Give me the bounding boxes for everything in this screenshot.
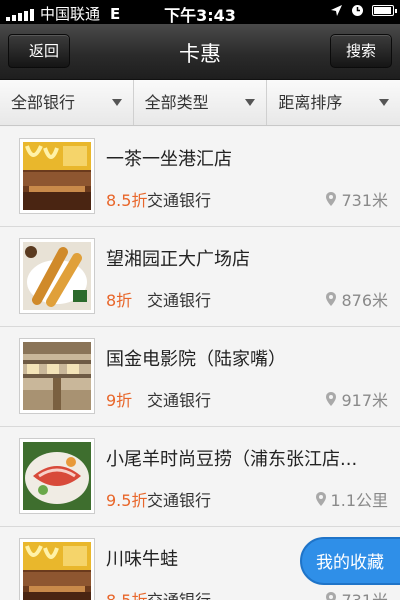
distance: 731米 [326,587,388,600]
merchant-thumbnail [19,338,95,414]
battery-icon [372,5,397,16]
filter-sort-dropdown[interactable]: 距离排序 [267,80,400,125]
location-pin-icon [315,492,326,506]
location-pin-icon [326,392,337,406]
merchant-thumbnail [19,238,95,314]
dropdown-triangle-icon [379,99,390,106]
restaurant-photo [23,542,91,600]
search-button[interactable]: 搜索 [330,34,392,68]
filter-type-dropdown[interactable]: 全部类型 [134,80,268,125]
list-item[interactable]: 一茶一坐港汇店 8.5折 交通银行 731米 [0,127,400,227]
list-item[interactable]: 小尾羊时尚豆捞（浦东张江店... 9.5折 交通银行 1.1公里 [0,427,400,527]
dropdown-triangle-icon [245,99,256,106]
dropdown-triangle-icon [111,99,122,106]
alarm-clock-icon [352,5,363,16]
bank-label: 交通银行 [147,391,212,410]
merchant-name: 国金电影院（陆家嘴） [106,349,286,370]
merchant-list: 一茶一坐港汇店 8.5折 交通银行 731米 望湘园正大广场店 8折 交通银行 … [0,127,400,600]
status-bar: 中国联通 E 下午3:43 [0,0,400,25]
merchant-name: 川味牛蛙 [106,549,178,570]
mall-interior-photo [23,342,91,410]
distance: 731米 [326,187,388,211]
merchant-name: 小尾羊时尚豆捞（浦东张江店... [106,449,358,470]
merchant-thumbnail [19,138,95,214]
list-item[interactable]: 国金电影院（陆家嘴） 9折 交通银行 917米 [0,327,400,427]
merchant-name: 一茶一坐港汇店 [106,149,232,170]
location-arrow-icon [331,5,342,16]
hotpot-platter-photo [23,442,91,510]
filter-bar: 全部银行 全部类型 距离排序 [0,80,400,126]
distance: 876米 [326,287,388,311]
merchant-name: 望湘园正大广场店 [106,249,250,270]
discount-label: 9.5折 [106,491,148,510]
discount-label: 8.5折 [106,191,148,210]
my-favorites-button[interactable]: 我的收藏 [300,537,400,585]
merchant-thumbnail [19,538,95,600]
restaurant-photo [23,142,91,210]
location-pin-icon [326,592,337,600]
bank-label: 交通银行 [147,587,211,600]
bank-label: 交通银行 [147,491,212,510]
fried-shrimp-photo [23,242,91,310]
merchant-thumbnail [19,438,95,514]
discount-label: 8折 [106,291,133,310]
discount-label: 8.5折 [106,587,147,600]
filter-bank-dropdown[interactable]: 全部银行 [0,80,134,125]
location-pin-icon [326,192,337,206]
bank-label: 交通银行 [147,191,212,210]
discount-label: 9折 [106,391,133,410]
distance: 917米 [326,387,388,411]
location-pin-icon [326,292,337,306]
list-item[interactable]: 望湘园正大广场店 8折 交通银行 876米 [0,227,400,327]
navigation-bar: 返回 卡惠 搜索 [0,24,400,80]
distance: 1.1公里 [315,487,388,511]
bank-label: 交通银行 [147,291,212,310]
